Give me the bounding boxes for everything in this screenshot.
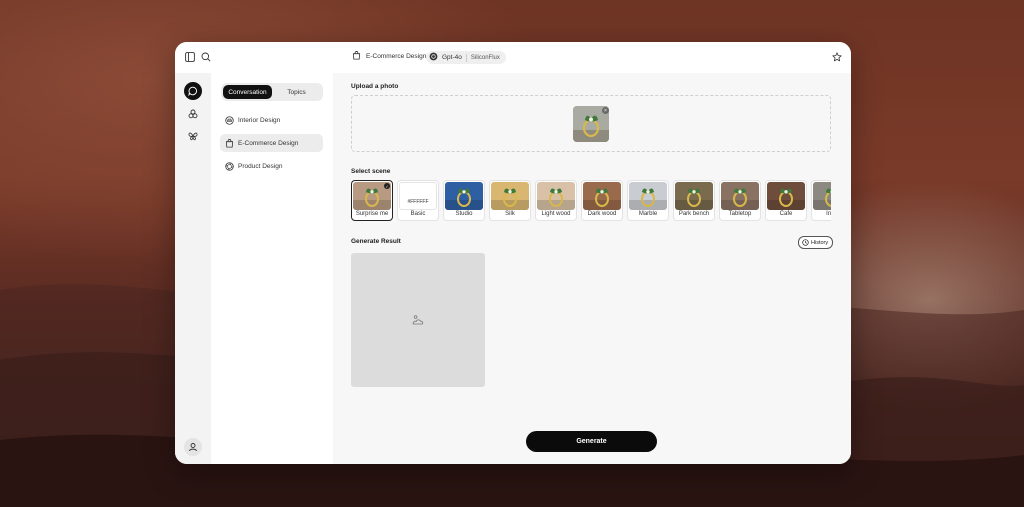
selected-check-icon: ✓ — [384, 183, 390, 189]
scene-label: Indu — [826, 211, 831, 217]
icon-rail — [175, 73, 211, 464]
scene-preview-image — [537, 182, 575, 210]
scene-label: Tabletop — [728, 211, 752, 217]
user-icon — [189, 443, 197, 452]
scene-label: Cafe — [779, 211, 793, 217]
view-switcher: Conversation Topics — [221, 83, 323, 101]
sofa-icon — [225, 115, 234, 125]
chat-icon — [188, 86, 198, 96]
sidebar-item-label: Interior Design — [238, 116, 281, 124]
top-bar: E-Commerce Design Gpt-4o SiliconFlux — [175, 42, 851, 74]
sidebar-item-product-design[interactable]: Product Design — [220, 157, 323, 175]
scene-option[interactable]: #FFFFFF Basic — [397, 180, 439, 221]
scene-label: Light wood — [541, 211, 571, 217]
rail-models-button[interactable] — [184, 105, 202, 123]
scene-option[interactable]: Indu — [811, 180, 831, 221]
ring-product-image — [721, 188, 759, 210]
model-selector[interactable]: Gpt-4o SiliconFlux — [426, 51, 506, 64]
history-button[interactable]: History — [798, 236, 834, 249]
ring-product-image — [629, 188, 667, 210]
scene-option[interactable]: Surprise me ✓ — [351, 180, 393, 221]
scene-label: Marble — [638, 211, 658, 217]
ring-product-image — [445, 188, 483, 210]
scene-label: Studio — [455, 211, 473, 217]
butterfly-icon — [188, 132, 198, 141]
scene-option[interactable]: Silk — [489, 180, 531, 221]
scene-preview-image — [767, 182, 805, 210]
scene-option[interactable]: Dark wood — [581, 180, 623, 221]
scene-option[interactable]: Studio — [443, 180, 485, 221]
sidebar: Conversation Topics Interior Design E-Co… — [211, 73, 334, 464]
ring-product-image — [813, 188, 831, 210]
rail-plugins-button[interactable] — [184, 127, 202, 145]
scene-option[interactable]: Park bench — [673, 180, 715, 221]
remove-photo-icon[interactable]: × — [602, 107, 609, 114]
scene-preview-image — [675, 182, 713, 210]
clock-icon — [802, 239, 809, 246]
image-placeholder-icon — [412, 315, 424, 325]
sidebar-item-interior-design[interactable]: Interior Design — [220, 111, 323, 129]
scene-label: Silk — [505, 211, 515, 217]
scene-swatch-code: #FFFFFF — [407, 199, 429, 205]
shopping-bag-icon — [352, 51, 361, 62]
aperture-icon — [225, 161, 234, 171]
shopping-bag-icon — [225, 138, 234, 148]
scene-preview-image — [583, 182, 621, 210]
sidebar-item-label: Product Design — [238, 162, 283, 170]
tab-conversation[interactable]: Conversation — [223, 85, 272, 99]
main-panel: Upload a photo × Select scene Surprise m… — [333, 73, 851, 464]
sidebar-toggle-icon[interactable] — [183, 50, 197, 64]
scene-preview-image: #FFFFFF — [399, 182, 437, 210]
scene-option[interactable]: Tabletop — [719, 180, 761, 221]
scene-label: Surprise me — [355, 211, 389, 217]
search-icon[interactable] — [199, 50, 213, 64]
result-title: Generate Result — [351, 238, 401, 245]
ring-product-image — [675, 188, 713, 210]
upload-title: Upload a photo — [351, 83, 399, 90]
scene-preview-image — [721, 182, 759, 210]
generate-button[interactable]: Generate — [526, 431, 657, 452]
breadcrumb-label: E-Commerce Design — [366, 53, 427, 60]
ring-product-image — [767, 188, 805, 210]
scene-preview-image — [491, 182, 529, 210]
model-divider — [465, 53, 467, 62]
openai-logo-icon — [429, 52, 438, 63]
sidebar-item-e-commerce-design[interactable]: E-Commerce Design — [220, 134, 323, 152]
scene-preview-image — [629, 182, 667, 210]
model-name: Gpt-4o — [442, 54, 462, 61]
rail-chat-button[interactable] — [184, 82, 202, 100]
scene-preview-image — [445, 182, 483, 210]
scene-preview-image — [813, 182, 831, 210]
tab-topics[interactable]: Topics — [272, 85, 321, 99]
result-placeholder — [351, 253, 485, 387]
scene-title: Select scene — [351, 168, 391, 175]
scene-picker: Surprise me ✓ #FFFFFF Basic Studio Silk Light … — [351, 180, 831, 222]
star-icon[interactable] — [830, 50, 844, 64]
scene-option[interactable]: Light wood — [535, 180, 577, 221]
upload-dropzone[interactable]: × — [351, 95, 831, 152]
sidebar-item-label: E-Commerce Design — [238, 139, 299, 147]
scene-label: Dark wood — [587, 211, 617, 217]
scene-label: Basic — [410, 211, 426, 217]
ring-product-image — [537, 188, 575, 210]
model-provider: SiliconFlux — [470, 54, 500, 61]
breadcrumb: E-Commerce Design — [352, 51, 426, 62]
ring-product-image — [491, 188, 529, 210]
cubes-icon — [188, 109, 198, 119]
history-label: History — [811, 239, 829, 246]
app-window: E-Commerce Design Gpt-4o SiliconFlux Con… — [175, 42, 851, 464]
scene-option[interactable]: Cafe — [765, 180, 807, 221]
scene-option[interactable]: Marble — [627, 180, 669, 221]
scene-label: Park bench — [678, 211, 710, 217]
ring-product-image — [583, 188, 621, 210]
user-avatar[interactable] — [184, 438, 202, 456]
